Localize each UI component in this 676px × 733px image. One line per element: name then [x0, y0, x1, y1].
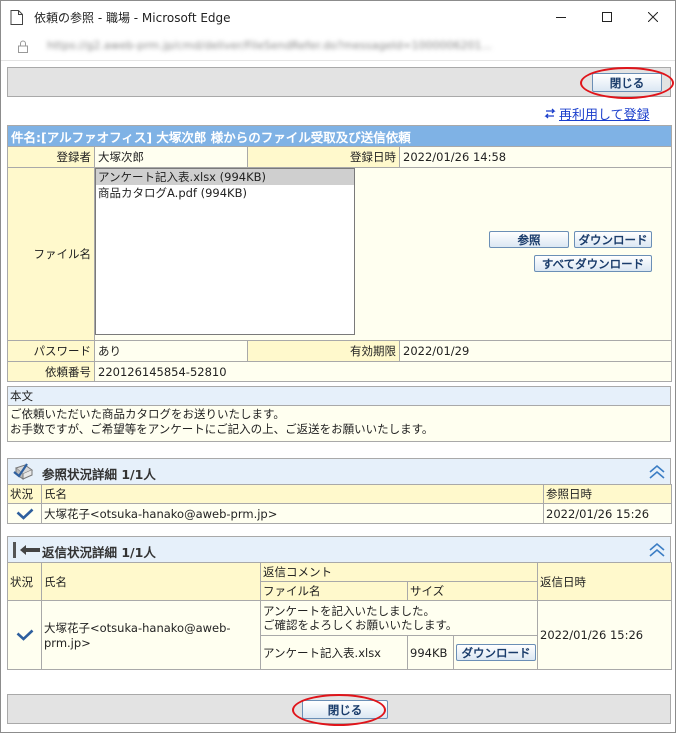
- check-icon: [16, 508, 33, 520]
- reply-status-title: 返信状況詳細 1/1人: [42, 545, 156, 560]
- password-value: あり: [94, 340, 248, 362]
- page-content: 閉じる 再利用して登録 件名:[アルファオフィス] 大塚次郎 様からのファイル受…: [1, 62, 675, 732]
- minimize-button[interactable]: [538, 1, 584, 32]
- expiry-value: 2022/01/29: [398, 340, 673, 362]
- body-line: ご依頼いただいた商品カタログをお送りいたします。: [10, 407, 285, 421]
- subject-header: 件名:[アルファオフィス] 大塚次郎 様からのファイル受取及び送信依頼: [6, 125, 673, 147]
- minimize-icon: [556, 16, 566, 18]
- reply-comment-line: ご確認をよろしくお願いいたします。: [263, 618, 458, 632]
- reply-file-name: アンケート記入表.xlsx: [260, 635, 408, 670]
- replier-name: 大塚花子<otsuka-hanako@aweb-prm.jp>: [41, 600, 261, 670]
- table-row: 大塚花子<otsuka-hanako@aweb-prm.jp> 2022/01/…: [7, 503, 672, 524]
- reply-download-button[interactable]: ダウンロード: [456, 644, 536, 661]
- status-cell: [7, 600, 42, 670]
- close-icon: [648, 11, 658, 22]
- size-column-header: サイズ: [406, 581, 539, 601]
- collapse-up-icon[interactable]: [648, 464, 666, 480]
- name-column-header: 氏名: [41, 562, 261, 601]
- registrant-label: 登録者: [7, 146, 95, 168]
- address-bar[interactable]: https://g2.aweb-prm.jp/cmd/deliver/FileS…: [1, 33, 675, 61]
- password-label: パスワード: [7, 340, 95, 362]
- viewer-name: 大塚花子<otsuka-hanako@aweb-prm.jp>: [41, 503, 544, 524]
- download-all-button[interactable]: すべてダウンロード: [534, 255, 652, 272]
- ref-date: 2022/01/26 15:26: [543, 503, 672, 524]
- reply-comment-column-header: 返信コメント: [259, 562, 539, 582]
- request-no-label: 依頼番号: [7, 361, 95, 382]
- body-line: お手数ですが、ご希望等をアンケートにご記入の上、ご返送をお願いいたします。: [10, 422, 434, 436]
- file-item[interactable]: 商品カタログA.pdf (994KB): [96, 185, 354, 201]
- request-no-value: 220126145854-52810: [93, 361, 673, 382]
- reply-date-column-header: 返信日時: [537, 562, 673, 601]
- reply-comment-line: アンケートを記入いたしました。: [263, 604, 436, 618]
- reference-status-title: 参照状況詳細 1/1人: [42, 467, 156, 482]
- file-name-column-header: ファイル名: [260, 581, 408, 601]
- reply-arrow-icon: [13, 542, 40, 558]
- message-body: 本文 ご依頼いただいた商品カタログをお送りいたします。 お手数ですが、ご希望等を…: [7, 386, 671, 442]
- reply-file-size: 994KB: [407, 635, 454, 670]
- close-button[interactable]: 閉じる: [592, 73, 662, 92]
- reference-status-table: 状況 氏名 参照日時 大塚花子<otsuka-hanako@aweb-prm.j…: [7, 484, 672, 524]
- collapse-up-icon[interactable]: [648, 542, 666, 558]
- refresh-icon: [544, 108, 556, 119]
- reuse-register-label[interactable]: 再利用して登録: [559, 104, 650, 123]
- name-column-header: 氏名: [41, 484, 544, 504]
- checked-document-icon: [13, 463, 34, 480]
- reference-status-header: 参照状況詳細 1/1人: [7, 458, 671, 484]
- bottom-button-bar: 閉じる: [7, 694, 671, 726]
- registrant-value: 大塚次郎: [94, 146, 248, 168]
- status-cell: [7, 503, 42, 524]
- url-text[interactable]: https://g2.aweb-prm.jp/cmd/deliver/FileS…: [47, 39, 657, 52]
- status-column-header: 状況: [7, 484, 42, 504]
- reply-status-header: 返信状況詳細 1/1人: [7, 536, 671, 562]
- download-button[interactable]: ダウンロード: [574, 231, 652, 248]
- window-titlebar: 依頼の参照 - 職場 - Microsoft Edge: [1, 1, 675, 33]
- reply-status-table: 状況 氏名 返信コメント 返信日時 ファイル名 サイズ 大塚花子<otsuka-…: [7, 562, 673, 670]
- reply-date: 2022/01/26 15:26: [537, 600, 673, 670]
- window-title: 依頼の参照 - 職場 - Microsoft Edge: [34, 11, 231, 25]
- document-icon: [10, 10, 23, 25]
- file-listbox[interactable]: アンケート記入表.xlsx (994KB) 商品カタログA.pdf (994KB…: [95, 168, 355, 335]
- maximize-icon: [602, 11, 612, 22]
- window-close-button[interactable]: [630, 1, 676, 32]
- view-button[interactable]: 参照: [489, 231, 569, 248]
- registered-at-label: 登録日時: [247, 146, 400, 168]
- expiry-label: 有効期限: [247, 340, 400, 362]
- reuse-register-link[interactable]: 再利用して登録: [543, 104, 650, 123]
- check-icon: [16, 629, 33, 641]
- body-label: 本文: [8, 387, 670, 406]
- registered-at-value: 2022/01/26 14:58: [398, 146, 673, 168]
- reply-comment: アンケートを記入いたしました。 ご確認をよろしくお願いいたします。: [259, 600, 539, 636]
- maximize-button[interactable]: [584, 1, 630, 32]
- lock-icon: [18, 40, 28, 53]
- file-item[interactable]: アンケート記入表.xlsx (994KB): [96, 169, 354, 185]
- status-column-header: 状況: [7, 562, 42, 601]
- body-text: ご依頼いただいた商品カタログをお送りいたします。 お手数ですが、ご希望等をアンケ…: [8, 406, 670, 441]
- ref-date-column-header: 参照日時: [543, 484, 672, 504]
- top-button-bar: 閉じる: [7, 67, 674, 99]
- file-name-label: ファイル名: [7, 167, 95, 341]
- table-row: 大塚花子<otsuka-hanako@aweb-prm.jp> アンケートを記入…: [7, 600, 673, 670]
- close-button[interactable]: 閉じる: [302, 700, 388, 719]
- reply-download-cell: ダウンロード: [452, 635, 539, 670]
